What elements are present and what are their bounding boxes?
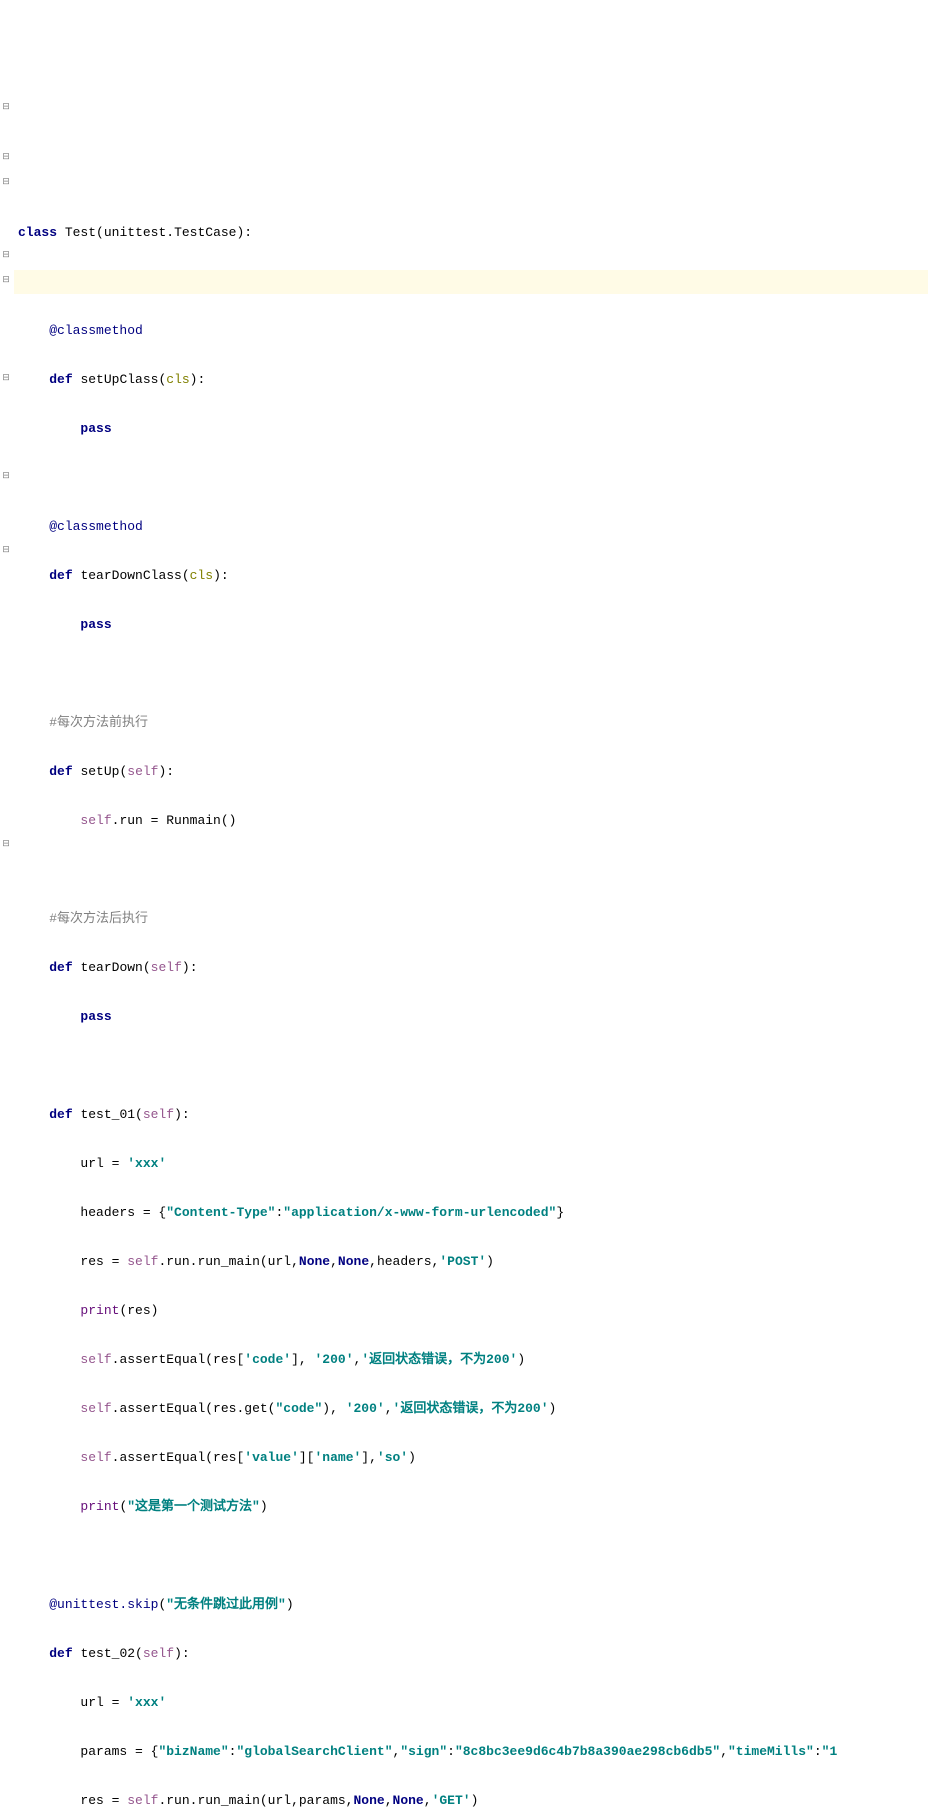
parameter: cls xyxy=(166,372,189,387)
keyword: def xyxy=(49,568,72,583)
code-line[interactable]: def test_02(self): xyxy=(14,1642,928,1667)
keyword: def xyxy=(49,372,72,387)
fold-marker-icon[interactable]: ⊟ xyxy=(2,546,10,554)
keyword: def xyxy=(49,764,72,779)
code-line[interactable]: self.run = Runmain() xyxy=(14,809,928,834)
string-literal: 'xxx' xyxy=(127,1695,166,1710)
none-literal: None xyxy=(354,1793,385,1808)
code-line[interactable]: def setUp(self): xyxy=(14,760,928,785)
function-name: test_02 xyxy=(80,1646,135,1661)
fold-marker-icon[interactable]: ⊟ xyxy=(2,153,10,161)
code-line[interactable] xyxy=(14,1544,928,1569)
fold-marker-icon[interactable]: ⊟ xyxy=(2,251,10,259)
decorator: @unittest.skip xyxy=(49,1597,158,1612)
code-line[interactable]: @classmethod xyxy=(14,515,928,540)
self-param: self xyxy=(143,1646,174,1661)
keyword: pass xyxy=(80,617,111,632)
self-param: self xyxy=(127,764,158,779)
code-line[interactable]: @unittest.skip("无条件跳过此用例") xyxy=(14,1593,928,1618)
function-name: test_01 xyxy=(80,1107,135,1122)
decorator: @classmethod xyxy=(49,323,143,338)
class-name: Test xyxy=(65,225,96,240)
code-line[interactable]: print(res) xyxy=(14,1299,928,1324)
self-param: self xyxy=(151,960,182,975)
code-line[interactable] xyxy=(14,466,928,491)
code-line[interactable]: self.assertEqual(res['code'], '200','返回状… xyxy=(14,1348,928,1373)
string-literal: "application/x-www-form-urlencoded" xyxy=(283,1205,556,1220)
string-literal: "Content-Type" xyxy=(166,1205,275,1220)
code-line-highlighted[interactable] xyxy=(14,270,928,295)
string-literal: 'POST' xyxy=(439,1254,486,1269)
code-line[interactable]: def tearDownClass(cls): xyxy=(14,564,928,589)
code-line[interactable]: self.assertEqual(res.get("code"), '200',… xyxy=(14,1397,928,1422)
code-line[interactable]: #每次方法前执行 xyxy=(14,711,928,736)
parameter: cls xyxy=(190,568,213,583)
code-line[interactable]: @classmethod xyxy=(14,319,928,344)
base-class: unittest.TestCase xyxy=(104,225,237,240)
code-line[interactable]: url = 'xxx' xyxy=(14,1691,928,1716)
function-name: setUp xyxy=(80,764,119,779)
code-line[interactable]: headers = {"Content-Type":"application/x… xyxy=(14,1201,928,1226)
code-line[interactable]: print("这是第一个测试方法") xyxy=(14,1495,928,1520)
code-line[interactable]: pass xyxy=(14,613,928,638)
none-literal: None xyxy=(299,1254,330,1269)
comment: #每次方法后执行 xyxy=(49,911,148,926)
code-line[interactable]: pass xyxy=(14,1005,928,1030)
code-line[interactable]: self.assertEqual(res['value']['name'],'s… xyxy=(14,1446,928,1471)
none-literal: None xyxy=(393,1793,424,1808)
keyword: def xyxy=(49,960,72,975)
self-param: self xyxy=(143,1107,174,1122)
code-line[interactable]: #每次方法后执行 xyxy=(14,907,928,932)
function-name: tearDown xyxy=(80,960,142,975)
fold-marker-icon[interactable]: ⊟ xyxy=(2,276,10,284)
code-line[interactable]: def setUpClass(cls): xyxy=(14,368,928,393)
code-line[interactable]: def tearDown(self): xyxy=(14,956,928,981)
keyword: def xyxy=(49,1646,72,1661)
builtin-fn: print xyxy=(80,1303,119,1318)
code-line[interactable] xyxy=(14,662,928,687)
code-line[interactable]: pass xyxy=(14,417,928,442)
code-line[interactable]: res = self.run.run_main(url,None,None,he… xyxy=(14,1250,928,1275)
code-editor[interactable]: ⊟ ⊟ ⊟ ⊟ ⊟ ⊟ ⊟ ⊟ ⊟ class Test(unittest.Te… xyxy=(0,98,928,1810)
comment: #每次方法前执行 xyxy=(49,715,148,730)
code-content[interactable]: class Test(unittest.TestCase): @classmet… xyxy=(14,196,928,1810)
none-literal: None xyxy=(338,1254,369,1269)
fold-marker-icon[interactable]: ⊟ xyxy=(2,472,10,480)
code-line[interactable]: url = 'xxx' xyxy=(14,1152,928,1177)
code-line[interactable]: res = self.run.run_main(url,params,None,… xyxy=(14,1789,928,1810)
punct: ( xyxy=(96,225,104,240)
code-line[interactable]: params = {"bizName":"globalSearchClient"… xyxy=(14,1740,928,1765)
function-name: setUpClass xyxy=(80,372,158,387)
code-line[interactable]: def test_01(self): xyxy=(14,1103,928,1128)
code-line[interactable] xyxy=(14,1054,928,1079)
fold-marker-icon[interactable]: ⊟ xyxy=(2,374,10,382)
keyword: def xyxy=(49,1107,72,1122)
string-literal: 'xxx' xyxy=(127,1156,166,1171)
punct: ): xyxy=(236,225,252,240)
fold-marker-icon[interactable]: ⊟ xyxy=(2,178,10,186)
keyword: pass xyxy=(80,421,111,436)
function-name: tearDownClass xyxy=(80,568,181,583)
self-ref: self xyxy=(80,813,111,828)
builtin-fn: print xyxy=(80,1499,119,1514)
code-line[interactable] xyxy=(14,858,928,883)
keyword: pass xyxy=(80,1009,111,1024)
fold-gutter: ⊟ ⊟ ⊟ ⊟ ⊟ ⊟ ⊟ ⊟ ⊟ xyxy=(0,98,12,1810)
code-line[interactable]: class Test(unittest.TestCase): xyxy=(14,221,928,246)
fold-marker-icon[interactable]: ⊟ xyxy=(2,103,10,111)
decorator: @classmethod xyxy=(49,519,143,534)
fold-marker-icon[interactable]: ⊟ xyxy=(2,840,10,848)
